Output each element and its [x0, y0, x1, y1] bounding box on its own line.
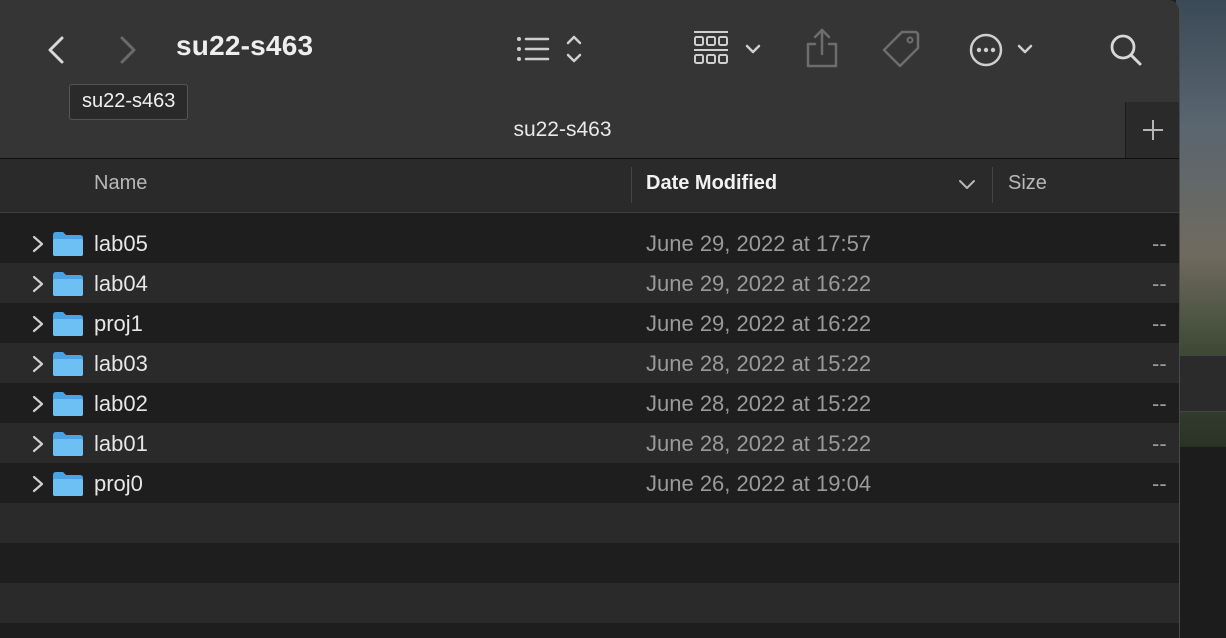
- empty-row: [0, 623, 1179, 638]
- forward-button[interactable]: [108, 28, 148, 72]
- window-title: su22-s463: [176, 30, 314, 61]
- file-size: --: [1152, 271, 1167, 296]
- desktop-wallpaper: [1176, 0, 1226, 638]
- finder-window: su22-s463 su22-s463 su22-s463 Name Date …: [0, 0, 1180, 638]
- column-divider[interactable]: [992, 167, 993, 203]
- file-size: --: [1152, 351, 1167, 376]
- file-list: lab05 June 29, 2022 at 17:57 -- lab04 Ju…: [0, 213, 1179, 638]
- group-button[interactable]: [690, 26, 766, 72]
- sort-chevron-down-icon: [959, 180, 975, 189]
- file-size: --: [1152, 311, 1167, 336]
- file-row[interactable]: proj1 June 29, 2022 at 16:22 --: [0, 303, 1179, 343]
- file-row[interactable]: lab05 June 29, 2022 at 17:57 --: [0, 213, 1179, 263]
- new-tab-button[interactable]: [1125, 102, 1179, 158]
- share-icon: [806, 28, 838, 68]
- disclosure-chevron-icon[interactable]: [30, 354, 46, 374]
- list-view-icon: [517, 35, 582, 63]
- folder-icon: [53, 432, 83, 456]
- file-date: June 29, 2022 at 16:22: [646, 271, 872, 296]
- column-size[interactable]: Size: [1008, 172, 1047, 195]
- folder-icon: [53, 352, 83, 376]
- disclosure-chevron-icon[interactable]: [30, 274, 46, 294]
- more-actions-button[interactable]: [966, 26, 1038, 72]
- column-date-modified[interactable]: Date Modified: [646, 172, 777, 195]
- file-row[interactable]: lab04 June 29, 2022 at 16:22 --: [0, 263, 1179, 303]
- view-options-button[interactable]: [512, 26, 588, 72]
- file-date: June 26, 2022 at 19:04: [646, 471, 872, 496]
- folder-icon: [53, 392, 83, 416]
- column-divider[interactable]: [631, 167, 632, 203]
- title-tooltip: su22-s463: [69, 84, 189, 120]
- disclosure-chevron-icon[interactable]: [30, 474, 46, 494]
- tab-current[interactable]: su22-s463: [0, 118, 1125, 142]
- file-date: June 29, 2022 at 17:57: [646, 231, 872, 256]
- file-size: --: [1152, 231, 1167, 256]
- search-icon: [1110, 34, 1142, 66]
- share-button[interactable]: [804, 26, 840, 72]
- file-row[interactable]: lab03 June 28, 2022 at 15:22 --: [0, 343, 1179, 383]
- empty-row: [0, 543, 1179, 583]
- plus-icon: [1143, 120, 1163, 140]
- file-name: proj1: [94, 311, 143, 336]
- tag-icon: [882, 30, 920, 68]
- file-name: proj0: [94, 471, 143, 496]
- folder-icon: [53, 472, 83, 496]
- file-row[interactable]: lab01 June 28, 2022 at 15:22 --: [0, 423, 1179, 463]
- file-name: lab04: [94, 271, 148, 296]
- chevron-right-icon: [120, 36, 136, 64]
- folder-icon: [53, 272, 83, 296]
- file-row[interactable]: lab02 June 28, 2022 at 15:22 --: [0, 383, 1179, 423]
- disclosure-chevron-icon[interactable]: [30, 234, 46, 254]
- empty-row: [0, 583, 1179, 623]
- folder-icon: [53, 312, 83, 336]
- disclosure-chevron-icon[interactable]: [30, 394, 46, 414]
- disclosure-chevron-icon[interactable]: [30, 434, 46, 454]
- file-size: --: [1152, 431, 1167, 456]
- chevron-left-icon: [48, 36, 64, 64]
- file-date: June 28, 2022 at 15:22: [646, 391, 872, 416]
- empty-row: [0, 503, 1179, 543]
- file-date: June 29, 2022 at 16:22: [646, 311, 872, 336]
- file-row[interactable]: proj0 June 26, 2022 at 19:04 --: [0, 463, 1179, 503]
- file-size: --: [1152, 391, 1167, 416]
- file-date: June 28, 2022 at 15:22: [646, 431, 872, 456]
- file-name: lab01: [94, 431, 148, 456]
- file-name: lab03: [94, 351, 148, 376]
- grid-group-icon: [694, 31, 761, 64]
- search-button[interactable]: [1106, 26, 1146, 72]
- tag-button[interactable]: [878, 26, 924, 72]
- column-name[interactable]: Name: [94, 172, 147, 195]
- disclosure-chevron-icon[interactable]: [30, 314, 46, 334]
- ellipsis-circle-icon: [969, 33, 1033, 67]
- column-header: Name Date Modified Size: [0, 159, 1179, 213]
- file-date: June 28, 2022 at 15:22: [646, 351, 872, 376]
- file-name: lab02: [94, 391, 148, 416]
- folder-icon: [53, 232, 83, 256]
- back-button[interactable]: [38, 28, 78, 72]
- file-name: lab05: [94, 231, 148, 256]
- file-size: --: [1152, 471, 1167, 496]
